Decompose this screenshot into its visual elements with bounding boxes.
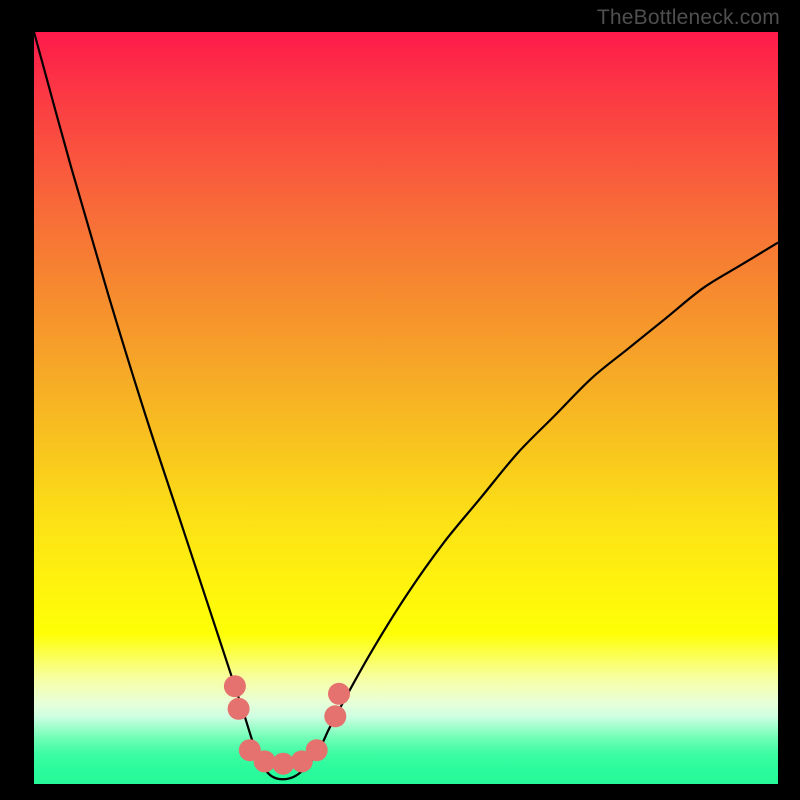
watermark-text: TheBottleneck.com [597,6,780,30]
curve-marker [228,698,250,720]
curve-marker [306,739,328,761]
curve-marker [224,675,246,697]
chart-frame: TheBottleneck.com [0,0,800,800]
bottleneck-curve [34,32,778,779]
curve-marker [328,683,350,705]
markers-group [224,675,350,775]
curve-marker [324,705,346,727]
curve-marker [272,753,294,775]
plot-area [34,32,778,784]
curve-layer [34,32,778,784]
curve-marker [254,750,276,772]
